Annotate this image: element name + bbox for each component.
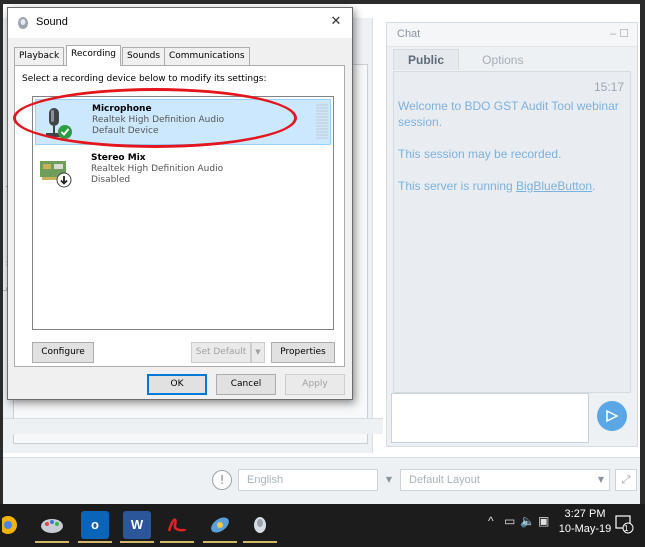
device-item-microphone[interactable]: Microphone Realtek High Definition Audio… xyxy=(35,99,331,145)
tab-sounds[interactable]: Sounds xyxy=(122,47,166,65)
set-default-dropdown[interactable]: ▼ xyxy=(251,342,265,363)
screen-frame-right xyxy=(640,0,645,547)
layout-select[interactable]: Default Layout xyxy=(400,469,610,491)
chat-message: Welcome to BDO GST Audit Tool webinar se… xyxy=(398,99,619,129)
configure-button[interactable]: Configure xyxy=(32,342,94,363)
recording-device-list: Microphone Realtek High Definition Audio… xyxy=(32,96,334,330)
chat-message-area: 15:17 Welcome to BDO GST Audit Tool webi… xyxy=(393,71,631,393)
chat-message-server: This server is running BigBlueButton. xyxy=(398,178,624,194)
tab-recording[interactable]: Recording xyxy=(66,45,122,66)
left-panel-bottom-bar xyxy=(3,418,383,434)
dialog-titlebar[interactable]: Sound ✕ xyxy=(8,8,352,38)
properties-button[interactable]: Properties xyxy=(271,342,335,363)
clock-time[interactable]: 3:27 PM xyxy=(555,508,615,520)
cancel-button[interactable]: Cancel xyxy=(216,374,276,395)
sound-dialog: Sound ✕ Playback Recording Sounds Commun… xyxy=(7,7,353,400)
device-driver: Realtek High Definition Audio xyxy=(91,164,224,174)
set-default-button[interactable]: Set Default xyxy=(191,342,251,363)
dialog-title: Sound xyxy=(36,16,68,28)
taskbar-active-indicator xyxy=(120,541,154,543)
tab-options[interactable]: Options xyxy=(468,50,537,70)
device-name: Microphone xyxy=(92,104,152,114)
word-icon[interactable]: W xyxy=(123,511,151,539)
taskbar-active-indicator xyxy=(203,541,237,543)
level-meter xyxy=(316,104,328,142)
chat-message: This session may be recorded. xyxy=(398,147,562,161)
network-icon[interactable]: ▭ xyxy=(504,514,515,528)
taskbar-active-indicator xyxy=(35,541,69,543)
chrome-icon[interactable] xyxy=(0,511,20,539)
paint-icon[interactable] xyxy=(38,511,66,539)
satellite-icon[interactable] xyxy=(206,511,234,539)
ok-button[interactable]: OK xyxy=(147,374,207,395)
chat-title: Chat xyxy=(397,28,421,40)
display-icon[interactable]: ▣ xyxy=(538,514,549,528)
device-item-stereo-mix[interactable]: Stereo Mix Realtek High Definition Audio… xyxy=(35,149,331,195)
tab-playback[interactable]: Playback xyxy=(14,47,65,65)
sound-app-icon[interactable] xyxy=(246,511,274,539)
language-select[interactable]: English xyxy=(238,469,378,491)
taskbar-active-indicator xyxy=(78,541,112,543)
sound-card-icon xyxy=(40,161,72,188)
close-icon[interactable]: ✕ xyxy=(324,11,348,33)
fullscreen-icon[interactable]: ⤢ xyxy=(615,469,637,491)
microphone-icon xyxy=(46,108,72,139)
chat-message-input[interactable] xyxy=(391,393,589,443)
taskbar-active-indicator xyxy=(243,541,277,543)
chat-window-controls[interactable]: – ☐ xyxy=(610,27,629,40)
sound-title-icon xyxy=(18,17,28,29)
chevron-down-icon[interactable]: ▼ xyxy=(382,469,396,491)
help-icon[interactable]: ! xyxy=(212,470,232,490)
server-text-end: . xyxy=(592,179,596,193)
chat-panel: Chat – ☐ Public Options 15:17 Welcome to… xyxy=(386,22,638,447)
device-status: Disabled xyxy=(91,175,131,185)
apply-button[interactable]: Apply xyxy=(285,374,345,395)
tab-communications[interactable]: Communications xyxy=(164,47,250,65)
instruction-text: Select a recording device below to modif… xyxy=(22,74,267,84)
tray-chevron-icon[interactable]: ^ xyxy=(488,514,494,528)
recording-tab-panel: Select a recording device below to modif… xyxy=(14,65,345,367)
chat-header: Chat – ☐ xyxy=(387,23,637,47)
chevron-down-icon[interactable]: ▼ xyxy=(594,469,608,491)
clock-date[interactable]: 10-May-19 xyxy=(555,523,615,535)
device-status: Default Device xyxy=(92,126,159,136)
volume-icon[interactable]: 🔈 xyxy=(520,514,535,528)
send-arrow-icon xyxy=(606,409,619,423)
chat-timestamp: 15:17 xyxy=(593,80,624,94)
bigbluebutton-link[interactable]: BigBlueButton xyxy=(516,179,592,193)
device-name: Stereo Mix xyxy=(91,153,146,163)
chevron-down-icon: ▼ xyxy=(255,348,261,356)
taskbar-active-indicator xyxy=(160,541,194,543)
tab-public[interactable]: Public xyxy=(393,49,460,70)
chat-tabs: Public Options xyxy=(393,49,541,71)
pdf-icon[interactable] xyxy=(163,511,191,539)
notification-count: 1 xyxy=(624,524,629,533)
server-text: This server is running xyxy=(398,179,517,193)
send-button[interactable] xyxy=(597,401,627,431)
device-driver: Realtek High Definition Audio xyxy=(92,115,225,125)
outlook-icon[interactable]: o xyxy=(81,511,109,539)
